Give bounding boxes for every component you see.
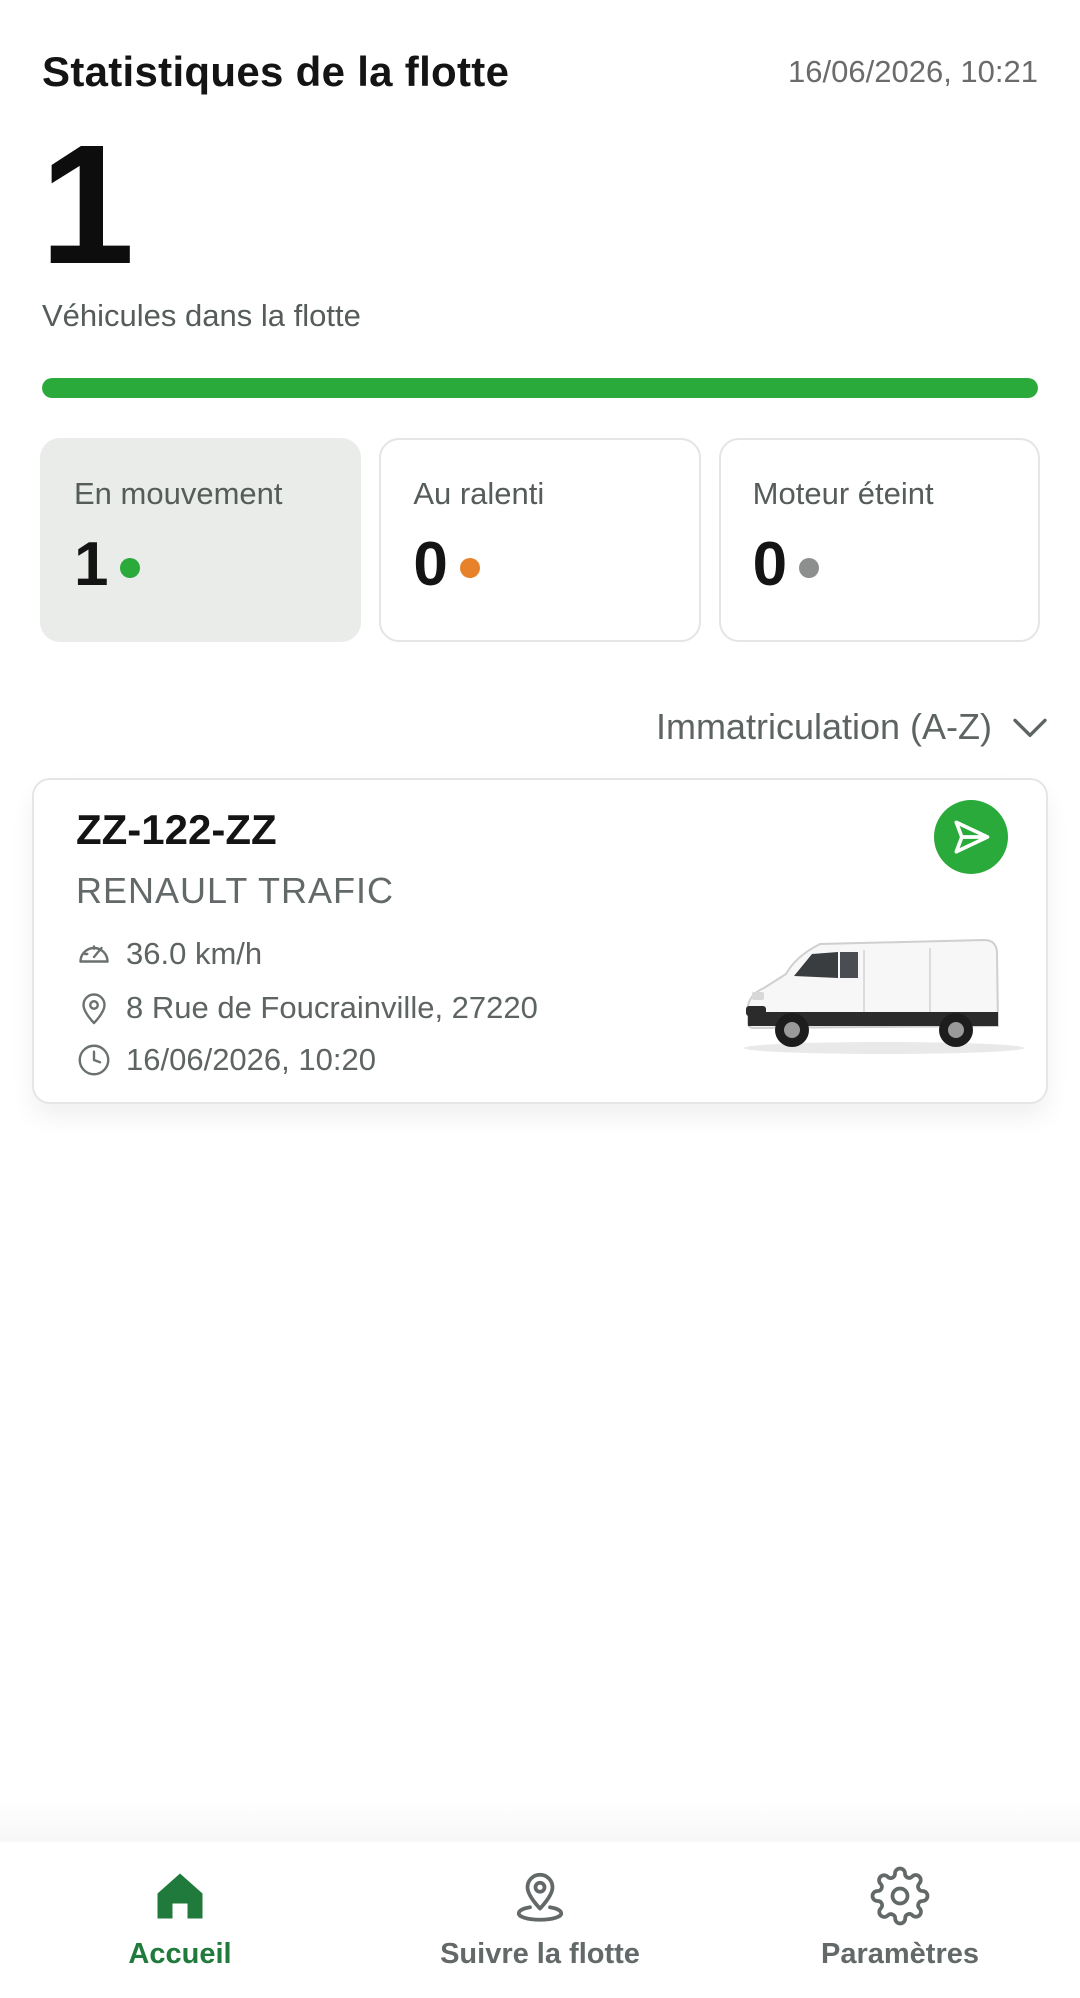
vehicle-address-row: 8 Rue de Foucrainville, 27220 bbox=[76, 990, 538, 1026]
nav-item-parametres[interactable]: Paramètres bbox=[720, 1842, 1080, 1998]
fleet-total-count: 1 bbox=[40, 110, 135, 300]
vehicle-speed-row: 36.0 km/h bbox=[76, 936, 262, 972]
nav-label: Suivre la flotte bbox=[440, 1938, 640, 1970]
stat-card-engine-off[interactable]: Moteur éteint 0 bbox=[718, 438, 1040, 642]
clock-icon bbox=[78, 1044, 110, 1076]
fleet-dashboard: Statistiques de la flotte 16/06/2026, 10… bbox=[0, 0, 1080, 1998]
status-cards: En mouvement 1 Au ralenti 0 Moteur étein… bbox=[40, 438, 1040, 642]
stat-value: 1 bbox=[74, 530, 109, 599]
vehicle-time-row: 16/06/2026, 10:20 bbox=[76, 1042, 376, 1078]
fleet-status-bar bbox=[42, 378, 1038, 398]
stat-label: Au ralenti bbox=[413, 476, 545, 511]
nav-label: Paramètres bbox=[821, 1938, 979, 1970]
nav-item-suivre-la-flotte[interactable]: Suivre la flotte bbox=[360, 1842, 720, 1998]
stat-card-moving[interactable]: En mouvement 1 bbox=[40, 438, 362, 642]
speedometer-icon bbox=[79, 945, 109, 963]
vehicle-timestamp: 16/06/2026, 10:20 bbox=[126, 1042, 376, 1077]
header: Statistiques de la flotte 16/06/2026, 10… bbox=[42, 48, 1038, 96]
vehicle-model: RENAULT TRAFIC bbox=[76, 870, 395, 911]
nav-label: Accueil bbox=[128, 1938, 232, 1970]
vehicle-card[interactable]: ZZ-122-ZZ RENAULT TRAFIC 36.0 km/h 8 Rue… bbox=[32, 778, 1048, 1104]
stat-value: 0 bbox=[752, 530, 788, 599]
vehicle-speed: 36.0 km/h bbox=[126, 936, 263, 971]
van-image bbox=[744, 938, 1024, 1054]
send-icon bbox=[954, 820, 990, 854]
page-title: Statistiques de la flotte bbox=[42, 48, 510, 95]
sort-label: Immatriculation (A-Z) bbox=[655, 706, 992, 747]
last-update-time: 16/06/2026, 10:21 bbox=[788, 54, 1038, 89]
bottom-navigation: Accueil Suivre la flotte Paramètres bbox=[0, 1842, 1080, 1998]
stat-label: En mouvement bbox=[74, 476, 283, 511]
stat-value: 0 bbox=[413, 530, 448, 599]
chevron-down-icon bbox=[1013, 718, 1047, 737]
status-dot-orange bbox=[459, 558, 480, 578]
vehicle-address: 8 Rue de Foucrainville, 27220 bbox=[126, 990, 538, 1025]
status-dot-green bbox=[120, 558, 141, 578]
send-button[interactable] bbox=[934, 800, 1008, 874]
fleet-total-label: Véhicules dans la flotte bbox=[42, 298, 361, 333]
fleet-status-bar-fill bbox=[42, 378, 1038, 398]
gear-icon bbox=[870, 1866, 930, 1926]
status-dot-grey bbox=[799, 558, 820, 578]
stat-card-idle[interactable]: Au ralenti 0 bbox=[379, 438, 701, 642]
nav-item-accueil[interactable]: Accueil bbox=[0, 1842, 360, 1998]
location-pin-icon bbox=[82, 993, 106, 1025]
home-icon bbox=[157, 1873, 203, 1919]
stat-label: Moteur éteint bbox=[752, 476, 934, 511]
bottom-nav-shadow bbox=[0, 1800, 1080, 1842]
vehicle-plate: ZZ-122-ZZ bbox=[76, 806, 277, 853]
map-pin-icon bbox=[516, 1872, 564, 1922]
sort-dropdown[interactable]: Immatriculation (A-Z) bbox=[656, 706, 1050, 748]
